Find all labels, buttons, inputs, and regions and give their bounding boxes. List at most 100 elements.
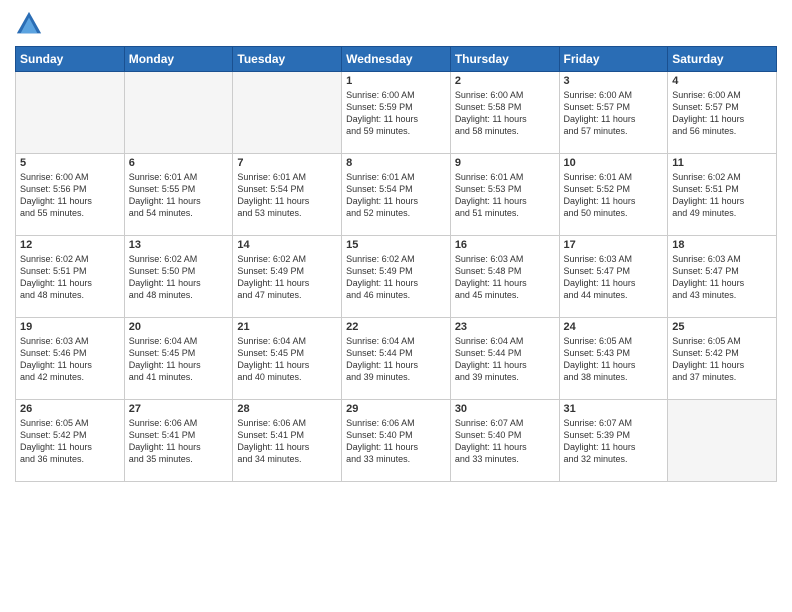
calendar-cell: 27 Sunrise: 6:06 AM Sunset: 5:41 PM Dayli… xyxy=(124,400,233,482)
day-number: 15 xyxy=(346,239,446,251)
day-number: 12 xyxy=(20,239,120,251)
calendar-cell: 29Sunrise: 6:06 AM Sunset: 5:40 PM Dayli… xyxy=(342,400,451,482)
calendar-week-row: 26 Sunrise: 6:05 AM Sunset: 5:42 PM Dayli… xyxy=(16,400,777,482)
cell-content: Sunrise: 6:01 AM Sunset: 5:54 PM Dayligh… xyxy=(237,171,337,220)
cell-content: Sunrise: 6:06 AM Sunset: 5:41 PM Dayligh… xyxy=(129,417,229,466)
cell-content: Sunrise: 6:06 AM Sunset: 5:40 PM Dayligh… xyxy=(346,417,446,466)
day-number: 5 xyxy=(20,157,120,169)
cell-content: Sunrise: 6:04 AM Sunset: 5:44 PM Dayligh… xyxy=(455,335,555,384)
day-number: 2 xyxy=(455,75,555,87)
cell-content: Sunrise: 6:02 AM Sunset: 5:51 PM Dayligh… xyxy=(20,253,120,302)
day-number: 25 xyxy=(672,321,772,333)
day-number: 26 xyxy=(20,403,120,415)
calendar-cell: 17Sunrise: 6:03 AM Sunset: 5:47 PM Dayli… xyxy=(559,236,668,318)
day-number: 23 xyxy=(455,321,555,333)
calendar-cell: 4 Sunrise: 6:00 AM Sunset: 5:57 PM Daylig… xyxy=(668,72,777,154)
day-number: 27 xyxy=(129,403,229,415)
day-number: 4 xyxy=(672,75,772,87)
calendar-week-row: 19Sunrise: 6:03 AM Sunset: 5:46 PM Dayli… xyxy=(16,318,777,400)
calendar-cell: 25 Sunrise: 6:05 AM Sunset: 5:42 PM Dayli… xyxy=(668,318,777,400)
weekday-header: Saturday xyxy=(668,47,777,72)
day-number: 6 xyxy=(129,157,229,169)
logo xyxy=(15,10,47,38)
cell-content: Sunrise: 6:01 AM Sunset: 5:53 PM Dayligh… xyxy=(455,171,555,220)
cell-content: Sunrise: 6:01 AM Sunset: 5:55 PM Dayligh… xyxy=(129,171,229,220)
calendar-week-row: 5 Sunrise: 6:00 AM Sunset: 5:56 PM Daylig… xyxy=(16,154,777,236)
calendar-cell: 7 Sunrise: 6:01 AM Sunset: 5:54 PM Daylig… xyxy=(233,154,342,236)
calendar-cell: 13 Sunrise: 6:02 AM Sunset: 5:50 PM Dayli… xyxy=(124,236,233,318)
cell-content: Sunrise: 6:07 AM Sunset: 5:40 PM Dayligh… xyxy=(455,417,555,466)
day-number: 7 xyxy=(237,157,337,169)
weekday-header: Thursday xyxy=(450,47,559,72)
cell-content: Sunrise: 6:03 AM Sunset: 5:48 PM Dayligh… xyxy=(455,253,555,302)
logo-icon xyxy=(15,10,43,38)
cell-content: Sunrise: 6:00 AM Sunset: 5:56 PM Dayligh… xyxy=(20,171,120,220)
day-number: 22 xyxy=(346,321,446,333)
calendar-cell: 15 Sunrise: 6:02 AM Sunset: 5:49 PM Dayli… xyxy=(342,236,451,318)
cell-content: Sunrise: 6:05 AM Sunset: 5:42 PM Dayligh… xyxy=(20,417,120,466)
header xyxy=(15,10,777,38)
cell-content: Sunrise: 6:02 AM Sunset: 5:50 PM Dayligh… xyxy=(129,253,229,302)
calendar-cell: 20Sunrise: 6:04 AM Sunset: 5:45 PM Dayli… xyxy=(124,318,233,400)
day-number: 13 xyxy=(129,239,229,251)
calendar-cell: 18Sunrise: 6:03 AM Sunset: 5:47 PM Dayli… xyxy=(668,236,777,318)
cell-content: Sunrise: 6:00 AM Sunset: 5:57 PM Dayligh… xyxy=(672,89,772,138)
calendar-cell: 2 Sunrise: 6:00 AM Sunset: 5:58 PM Daylig… xyxy=(450,72,559,154)
day-number: 21 xyxy=(237,321,337,333)
day-number: 28 xyxy=(237,403,337,415)
calendar-cell: 16 Sunrise: 6:03 AM Sunset: 5:48 PM Dayli… xyxy=(450,236,559,318)
calendar-cell: 9 Sunrise: 6:01 AM Sunset: 5:53 PM Daylig… xyxy=(450,154,559,236)
day-number: 9 xyxy=(455,157,555,169)
calendar-cell: 10Sunrise: 6:01 AM Sunset: 5:52 PM Dayli… xyxy=(559,154,668,236)
calendar-cell: 6 Sunrise: 6:01 AM Sunset: 5:55 PM Daylig… xyxy=(124,154,233,236)
cell-content: Sunrise: 6:06 AM Sunset: 5:41 PM Dayligh… xyxy=(237,417,337,466)
calendar-cell: 1 Sunrise: 6:00 AM Sunset: 5:59 PM Daylig… xyxy=(342,72,451,154)
calendar-cell: 14Sunrise: 6:02 AM Sunset: 5:49 PM Dayli… xyxy=(233,236,342,318)
cell-content: Sunrise: 6:01 AM Sunset: 5:54 PM Dayligh… xyxy=(346,171,446,220)
calendar-cell: 30 Sunrise: 6:07 AM Sunset: 5:40 PM Dayli… xyxy=(450,400,559,482)
calendar-cell xyxy=(668,400,777,482)
calendar-cell: 21 Sunrise: 6:04 AM Sunset: 5:45 PM Dayli… xyxy=(233,318,342,400)
day-number: 11 xyxy=(672,157,772,169)
cell-content: Sunrise: 6:02 AM Sunset: 5:49 PM Dayligh… xyxy=(346,253,446,302)
calendar-cell xyxy=(124,72,233,154)
calendar-cell: 11 Sunrise: 6:02 AM Sunset: 5:51 PM Dayli… xyxy=(668,154,777,236)
day-number: 17 xyxy=(564,239,664,251)
cell-content: Sunrise: 6:07 AM Sunset: 5:39 PM Dayligh… xyxy=(564,417,664,466)
calendar-cell: 28 Sunrise: 6:06 AM Sunset: 5:41 PM Dayli… xyxy=(233,400,342,482)
cell-content: Sunrise: 6:05 AM Sunset: 5:43 PM Dayligh… xyxy=(564,335,664,384)
calendar-cell: 22Sunrise: 6:04 AM Sunset: 5:44 PM Dayli… xyxy=(342,318,451,400)
day-number: 30 xyxy=(455,403,555,415)
calendar-cell xyxy=(233,72,342,154)
day-number: 8 xyxy=(346,157,446,169)
weekday-header: Wednesday xyxy=(342,47,451,72)
calendar-cell: 3 Sunrise: 6:00 AM Sunset: 5:57 PM Daylig… xyxy=(559,72,668,154)
calendar: SundayMondayTuesdayWednesdayThursdayFrid… xyxy=(15,46,777,482)
cell-content: Sunrise: 6:02 AM Sunset: 5:51 PM Dayligh… xyxy=(672,171,772,220)
cell-content: Sunrise: 6:04 AM Sunset: 5:45 PM Dayligh… xyxy=(237,335,337,384)
page: SundayMondayTuesdayWednesdayThursdayFrid… xyxy=(0,0,792,612)
cell-content: Sunrise: 6:01 AM Sunset: 5:52 PM Dayligh… xyxy=(564,171,664,220)
cell-content: Sunrise: 6:05 AM Sunset: 5:42 PM Dayligh… xyxy=(672,335,772,384)
calendar-cell: 31 Sunrise: 6:07 AM Sunset: 5:39 PM Dayli… xyxy=(559,400,668,482)
day-number: 31 xyxy=(564,403,664,415)
cell-content: Sunrise: 6:04 AM Sunset: 5:45 PM Dayligh… xyxy=(129,335,229,384)
weekday-header: Monday xyxy=(124,47,233,72)
day-number: 16 xyxy=(455,239,555,251)
day-number: 1 xyxy=(346,75,446,87)
day-number: 14 xyxy=(237,239,337,251)
calendar-week-row: 12 Sunrise: 6:02 AM Sunset: 5:51 PM Dayli… xyxy=(16,236,777,318)
day-number: 3 xyxy=(564,75,664,87)
day-number: 19 xyxy=(20,321,120,333)
cell-content: Sunrise: 6:00 AM Sunset: 5:59 PM Dayligh… xyxy=(346,89,446,138)
weekday-header: Friday xyxy=(559,47,668,72)
cell-content: Sunrise: 6:00 AM Sunset: 5:58 PM Dayligh… xyxy=(455,89,555,138)
calendar-cell: 24Sunrise: 6:05 AM Sunset: 5:43 PM Dayli… xyxy=(559,318,668,400)
weekday-header: Tuesday xyxy=(233,47,342,72)
calendar-header-row: SundayMondayTuesdayWednesdayThursdayFrid… xyxy=(16,47,777,72)
calendar-cell: 23 Sunrise: 6:04 AM Sunset: 5:44 PM Dayli… xyxy=(450,318,559,400)
cell-content: Sunrise: 6:00 AM Sunset: 5:57 PM Dayligh… xyxy=(564,89,664,138)
calendar-cell: 8 Sunrise: 6:01 AM Sunset: 5:54 PM Daylig… xyxy=(342,154,451,236)
calendar-cell: 5 Sunrise: 6:00 AM Sunset: 5:56 PM Daylig… xyxy=(16,154,125,236)
calendar-cell: 26 Sunrise: 6:05 AM Sunset: 5:42 PM Dayli… xyxy=(16,400,125,482)
